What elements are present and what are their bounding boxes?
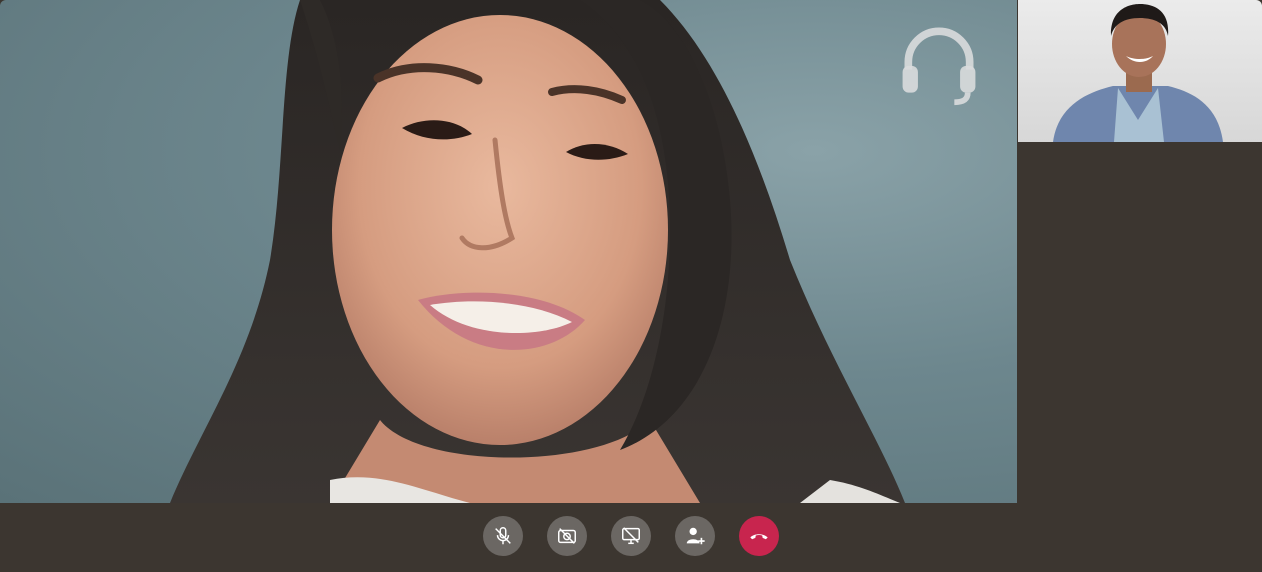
- side-participant-video[interactable]: [1018, 0, 1262, 142]
- participant-list-area: [1018, 142, 1262, 503]
- mute-button[interactable]: [483, 516, 523, 556]
- camera-toggle-button[interactable]: [547, 516, 587, 556]
- phone-hangup-icon: [750, 534, 768, 540]
- screen-share-off-icon: [622, 527, 640, 545]
- call-controls-bar: [0, 503, 1262, 572]
- main-participant-image: [170, 0, 905, 503]
- main-participant-video[interactable]: [0, 0, 1017, 503]
- microphone-off-icon: [495, 527, 511, 545]
- side-participant-image: [1053, 4, 1223, 142]
- camera-off-icon: [558, 528, 576, 544]
- screen-share-button[interactable]: [611, 516, 651, 556]
- video-call-window: [0, 0, 1262, 572]
- headphones-icon: [902, 27, 976, 106]
- add-participant-button[interactable]: [675, 516, 715, 556]
- hang-up-button[interactable]: [739, 516, 779, 556]
- add-person-icon: [686, 527, 705, 545]
